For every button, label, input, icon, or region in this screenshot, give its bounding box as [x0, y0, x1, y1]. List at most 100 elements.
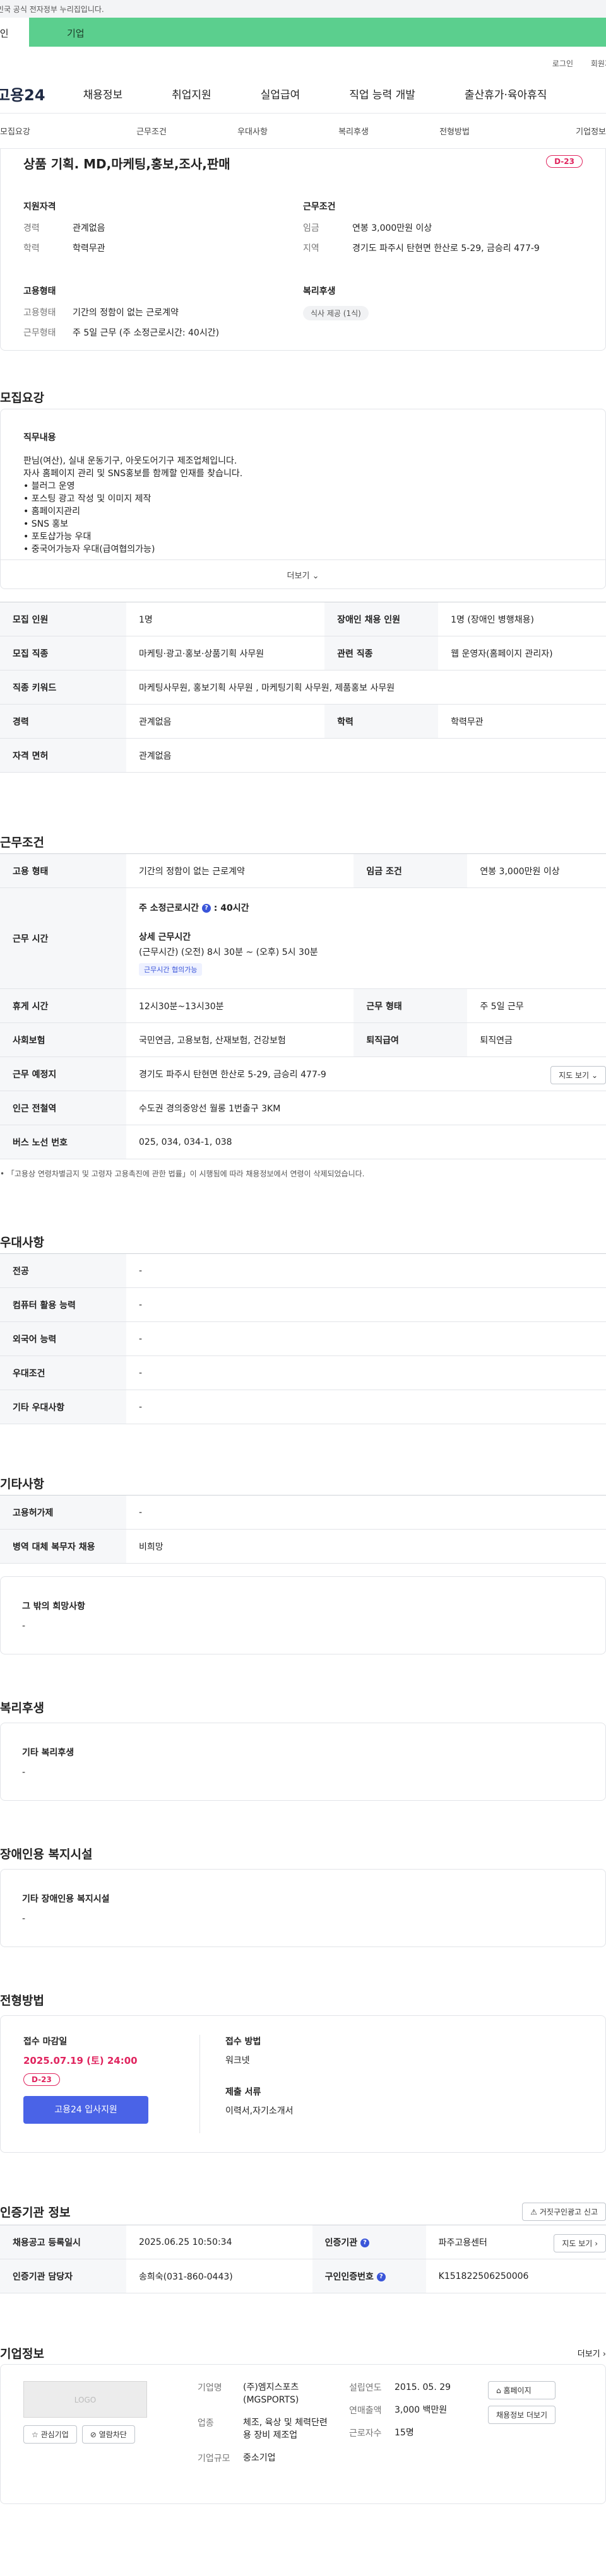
gnb-menu-leave[interactable]: 출산휴가·육아휴직: [465, 86, 547, 102]
gnb-menu-jobs[interactable]: 채용정보: [83, 86, 123, 102]
industry-row: 업종 체조, 육상 및 체력단련용 장비 제조업: [198, 2416, 349, 2442]
detail-hours-heading: 상세 근무시간: [139, 932, 191, 942]
process-dday-badge: D-23: [23, 2073, 60, 2086]
scale-row: 기업규모 중소기업: [198, 2452, 349, 2464]
table-row: 모집 인원 1명 장애인 채용 인원 1명 (장애인 병행채용): [0, 602, 606, 636]
homepage-label: 홈페이지: [503, 2386, 532, 2395]
utility-links: 로그인 회원가입: [0, 47, 606, 74]
row-label: 인근 전철역: [0, 1091, 126, 1125]
recruit-title: 모집요강: [0, 391, 44, 405]
deadline-col: 접수 마감일 2025.07.19 (토) 24:00 D-23 고용24 입사…: [23, 2035, 200, 2133]
deadline-value: 2025.07.19 (토) 24:00: [23, 2055, 138, 2066]
career-row: 경력 관계없음: [23, 221, 303, 234]
employment-heading: 고용형태: [23, 286, 56, 296]
row-label: 컴퓨터 활용 능력: [0, 1287, 126, 1322]
duty-line: • 포스팅 광고 작성 및 이미지 제작: [23, 494, 152, 504]
wage-label: 임금: [303, 223, 319, 233]
row-value: 마케팅사무원, 홍보기획 사무원 , 마케팅기획 사무원, 제품홍보 사무원: [126, 670, 606, 705]
subnav-welfare[interactable]: 복리후생: [303, 125, 404, 137]
home-icon: ⌂: [496, 2386, 501, 2395]
gnb-menu-support[interactable]: 취업지원: [172, 86, 211, 102]
row-value: 주 5일 근무: [467, 988, 606, 1023]
sales-row: 연매출액 3,000 백만원: [349, 2404, 488, 2416]
gnb-menu-unemployment[interactable]: 실업급여: [261, 86, 300, 102]
company-name-row: 기업명 (주)엠지스포츠(MGSPORTS): [198, 2381, 349, 2406]
process-box: 접수 마감일 2025.07.19 (토) 24:00 D-23 고용24 입사…: [0, 2015, 606, 2153]
chevron-down-icon: ⌄: [312, 571, 319, 581]
company-more-label: 더보기: [577, 2349, 600, 2359]
company-actions: ☆ 관심기업 ⊘ 열람차단: [23, 2425, 147, 2444]
row-label: 우대조건: [0, 1355, 126, 1390]
row-value: K151822506250006: [425, 2259, 606, 2293]
cert-map-button[interactable]: 지도 보기 ›: [554, 2234, 606, 2252]
company-jobs-button[interactable]: 채용정보 더보기: [488, 2406, 556, 2424]
emp-type-row: 고용형태 기간의 정함이 없는 근로계약: [23, 306, 303, 319]
apply-button[interactable]: 고용24 입사지원: [23, 2096, 148, 2124]
company-more-link[interactable]: 더보기 ›: [578, 2347, 606, 2359]
pref-section: 우대사항 전공 - 컴퓨터 활용 능력 - 외국어 능력 - 우대조건 - 기타 우대사…: [0, 1233, 606, 1424]
report-button[interactable]: ⚠ 거짓구인광고 신고: [522, 2202, 606, 2221]
subnav-process[interactable]: 전형방법: [404, 125, 505, 137]
tab-person[interactable]: 개인: [0, 18, 29, 47]
gnb-menu-training[interactable]: 직업 능력 개발: [349, 86, 415, 102]
work-time-cell: 주 소정근로시간 ? : 40시간 상세 근무시간 (근무시간) (오전) 8시…: [126, 887, 606, 989]
company-logo-col: LOGO ☆ 관심기업 ⊘ 열람차단: [23, 2381, 147, 2487]
docs-value: 이력서,자기소개서: [225, 2106, 294, 2116]
row-value: 송희숙(031-860-0443): [126, 2259, 312, 2293]
subnav-pref[interactable]: 우대사항: [202, 125, 303, 137]
other-wish-heading: 그 밖의 희망사항: [22, 1601, 85, 1612]
table-row: 고용허가제 -: [0, 1495, 606, 1530]
row-value: -: [126, 1495, 606, 1530]
site-logo[interactable]: 고용24: [0, 83, 45, 105]
block-button[interactable]: ⊘ 열람차단: [81, 2425, 135, 2444]
etc-section: 기타사항 고용허가제 - 병역 대체 복무자 채용 비희망 그 밖의 희망사항 -: [0, 1475, 606, 1654]
place-value: 경기도 파주시 탄현면 한산로 5-29, 금승리 477-9: [139, 1069, 326, 1080]
duty-line: • 블러그 운영: [23, 481, 75, 491]
table-row: 고용 형태 기간의 정함이 없는 근로계약 임금 조건 연봉 3,000만원 이…: [0, 853, 606, 888]
subnav-company[interactable]: 기업정보: [505, 125, 606, 137]
duty-more-button[interactable]: 더보기 ⌄: [0, 560, 606, 589]
recruit-table: 모집 인원 1명 장애인 채용 인원 1명 (장애인 병행채용) 모집 직종 마…: [0, 602, 606, 773]
row-label: 관련 직종: [324, 636, 439, 670]
work-section: 근무조건 고용 형태 기간의 정함이 없는 근로계약 임금 조건 연봉 3,00…: [0, 833, 606, 1179]
tab-person-label: 개인: [0, 28, 9, 39]
row-label: 자격 면허: [0, 738, 126, 773]
disability-title: 장애인용 복지시설: [0, 1847, 93, 1861]
row-value: 관계없음: [126, 738, 606, 773]
subnav-recruit[interactable]: 모집요강: [0, 125, 101, 137]
qualification-heading: 지원자격: [23, 202, 56, 212]
help-icon[interactable]: ?: [360, 2238, 370, 2247]
company-info-left: 기업명 (주)엠지스포츠(MGSPORTS) 업종 체조, 육상 및 체력단련용 장…: [198, 2381, 349, 2487]
fav-button[interactable]: ☆ 관심기업: [23, 2425, 77, 2444]
career-value: 관계없음: [73, 223, 105, 233]
homepage-button[interactable]: ⌂ 홈페이지: [488, 2381, 556, 2399]
help-icon[interactable]: ?: [201, 903, 211, 913]
duty-line: • SNS 홍보: [23, 519, 69, 529]
wage-value: 연봉 3,000만원 이상: [352, 223, 432, 233]
table-row: 인증기관 담당자 송희숙(031-860-0443) 구인인증번호 ? K151…: [0, 2259, 606, 2293]
login-link[interactable]: 로그인: [552, 59, 573, 68]
table-row: 우대조건 -: [0, 1355, 606, 1390]
row-label: 기타 우대사항: [0, 1390, 126, 1424]
map-button[interactable]: 지도 보기 ⌄: [550, 1066, 606, 1084]
table-row: 근무 예정지 경기도 파주시 탄현면 한산로 5-29, 금승리 477-9 지…: [0, 1057, 606, 1091]
row-value: 관계없음: [126, 704, 325, 739]
num-label: 구인인증번호: [324, 2271, 374, 2282]
cert-table: 채용공고 등록일시 2025.06.25 10:50:34 인증기관 ? 파주고…: [0, 2225, 606, 2293]
help-icon[interactable]: ?: [376, 2272, 386, 2281]
cert-section: 인증기관 정보 ⚠ 거짓구인광고 신고 채용공고 등록일시 2025.06.25…: [0, 2198, 606, 2293]
emp-type-value: 기간의 정함이 없는 근로계약: [73, 308, 179, 318]
row-label: 구인인증번호 ?: [312, 2259, 426, 2293]
disability-box-heading: 기타 장애인용 복지시설: [22, 1894, 110, 1904]
row-value: -: [126, 1253, 606, 1288]
tab-corp[interactable]: 기업: [29, 18, 606, 47]
method-value: 워크넷: [225, 2056, 250, 2066]
area-row: 지역 경기도 파주시 탄현면 한산로 5-29, 금승리 477-9: [303, 242, 583, 254]
table-row: 직종 키워드 마케팅사무원, 홍보기획 사무원 , 마케팅기획 사무원, 제품홍…: [0, 670, 606, 705]
subnav-work[interactable]: 근무조건: [101, 125, 202, 137]
row-label: 직종 키워드: [0, 670, 126, 705]
table-row: 근무 시간 주 소정근로시간 ? : 40시간 상세 근무시간 (근무시간) (…: [0, 887, 606, 989]
signup-link[interactable]: 회원가입: [591, 59, 606, 68]
cert-map-label: 지도 보기: [562, 2239, 593, 2248]
chevron-right-icon: ›: [595, 2239, 598, 2248]
